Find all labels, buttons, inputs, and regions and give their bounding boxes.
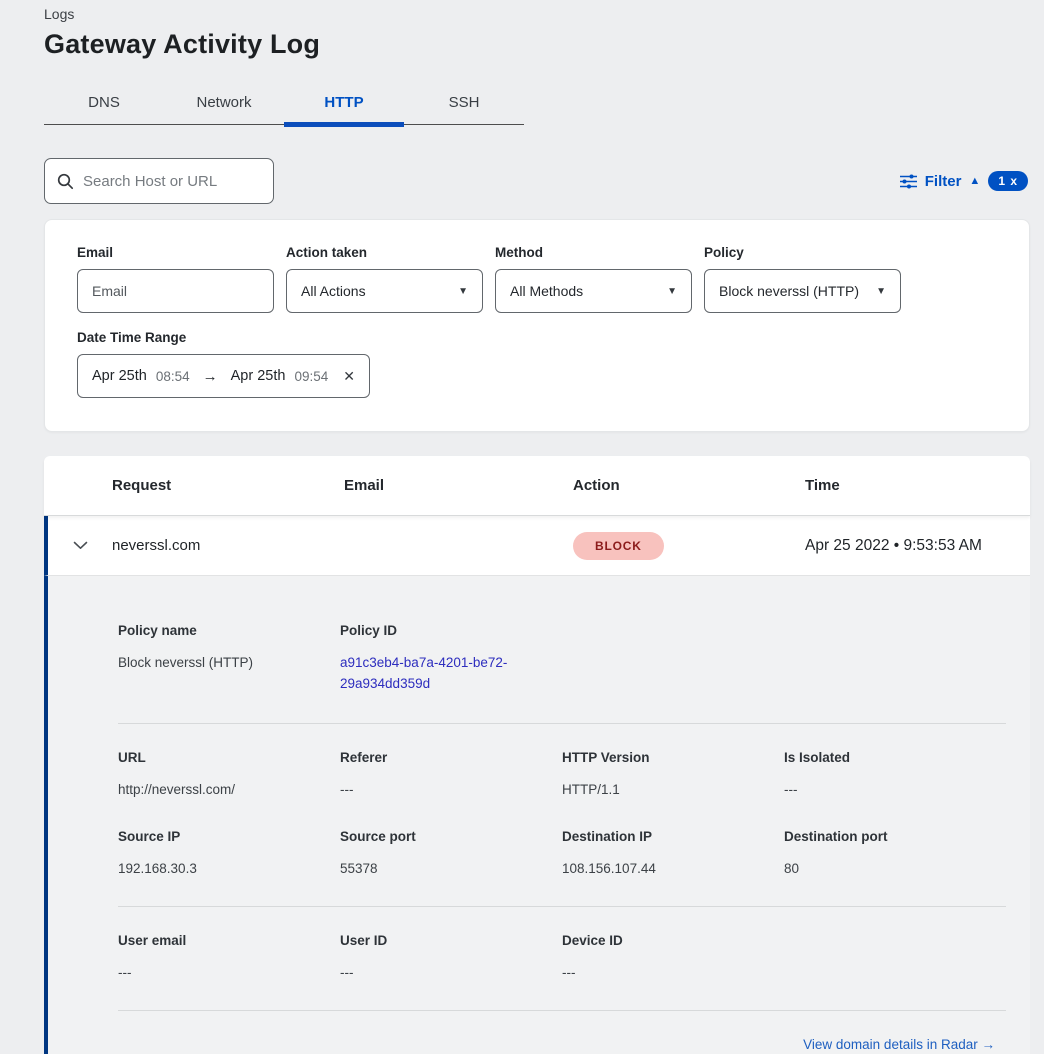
url-value: http://neverssl.com/ bbox=[118, 780, 340, 801]
method-selected-value: All Methods bbox=[510, 283, 583, 299]
is-isolated-label: Is Isolated bbox=[784, 750, 1006, 765]
action-taken-filter-label: Action taken bbox=[286, 245, 483, 260]
destination-ip-label: Destination IP bbox=[562, 829, 784, 844]
action-cell: BLOCK bbox=[573, 532, 805, 560]
user-email-value: --- bbox=[118, 963, 340, 984]
source-port-value: 55378 bbox=[340, 859, 562, 880]
policy-name-label: Policy name bbox=[118, 623, 340, 638]
tab-network[interactable]: Network bbox=[164, 84, 284, 124]
tab-dns[interactable]: DNS bbox=[44, 84, 164, 124]
user-id-value: --- bbox=[340, 963, 562, 984]
policy-selected-value: Block neverssl (HTTP) bbox=[719, 283, 859, 299]
chevron-down-icon: ▼ bbox=[667, 286, 677, 297]
range-start-time[interactable]: 08:54 bbox=[156, 369, 190, 384]
radar-link-row: View domain details in Radar → bbox=[118, 1037, 1006, 1052]
tab-ssh[interactable]: SSH bbox=[404, 84, 524, 124]
network-info-section: Source IP 192.168.30.3 Source port 55378… bbox=[118, 829, 1006, 880]
activity-log-table: Request Email Action Time neverssl.com B… bbox=[44, 456, 1030, 1054]
source-port-label: Source port bbox=[340, 829, 562, 844]
column-header-email: Email bbox=[344, 477, 573, 494]
table-header-row: Request Email Action Time bbox=[44, 456, 1030, 516]
filter-field-email: Email bbox=[77, 245, 274, 313]
action-taken-selected-value: All Actions bbox=[301, 283, 366, 299]
filter-count-badge[interactable]: 1 x bbox=[988, 171, 1028, 191]
http-version-value: HTTP/1.1 bbox=[562, 780, 784, 801]
device-id-label: Device ID bbox=[562, 933, 784, 948]
policy-name-value: Block neverssl (HTTP) bbox=[118, 653, 340, 674]
gateway-activity-log-page: Logs Gateway Activity Log DNS Network HT… bbox=[0, 0, 1044, 1054]
column-header-time: Time bbox=[805, 477, 1030, 494]
method-filter-label: Method bbox=[495, 245, 692, 260]
block-action-badge: BLOCK bbox=[573, 532, 664, 560]
policy-filter-label: Policy bbox=[704, 245, 901, 260]
range-end-time[interactable]: 09:54 bbox=[294, 369, 328, 384]
log-type-tabs: DNS Network HTTP SSH bbox=[44, 84, 524, 125]
user-info-section: User email --- User ID --- Device ID --- bbox=[118, 933, 1006, 984]
filter-field-action-taken: Action taken All Actions ▼ bbox=[286, 245, 483, 313]
section-divider bbox=[118, 906, 1006, 907]
date-time-range-label: Date Time Range bbox=[77, 330, 370, 345]
page-title: Gateway Activity Log bbox=[44, 29, 1030, 60]
method-select[interactable]: All Methods ▼ bbox=[495, 269, 692, 313]
filter-field-method: Method All Methods ▼ bbox=[495, 245, 692, 313]
section-divider bbox=[118, 1010, 1006, 1011]
expanded-row-details: Policy name Block neverssl (HTTP) Policy… bbox=[44, 576, 1030, 1054]
arrow-right-icon: → bbox=[199, 368, 222, 385]
range-end-date[interactable]: Apr 25th bbox=[231, 368, 286, 384]
action-taken-select[interactable]: All Actions ▼ bbox=[286, 269, 483, 313]
search-box[interactable] bbox=[44, 158, 274, 204]
policy-select[interactable]: Block neverssl (HTTP) ▼ bbox=[704, 269, 901, 313]
email-filter-label: Email bbox=[77, 245, 274, 260]
table-row[interactable]: neverssl.com BLOCK Apr 25 2022 • 9:53:53… bbox=[44, 516, 1030, 576]
tab-http[interactable]: HTTP bbox=[284, 84, 404, 124]
search-input[interactable] bbox=[83, 173, 261, 190]
url-label: URL bbox=[118, 750, 340, 765]
device-id-value: --- bbox=[562, 963, 784, 984]
user-id-label: User ID bbox=[340, 933, 562, 948]
section-divider bbox=[118, 723, 1006, 724]
destination-ip-value: 108.156.107.44 bbox=[562, 859, 784, 880]
request-cell: neverssl.com bbox=[112, 537, 344, 554]
chevron-down-icon: ▼ bbox=[458, 286, 468, 297]
request-info-section: URL http://neverssl.com/ Referer --- HTT… bbox=[118, 750, 1006, 801]
date-time-range-picker[interactable]: Apr 25th 08:54 → Apr 25th 09:54 ✕ bbox=[77, 354, 370, 398]
http-version-label: HTTP Version bbox=[562, 750, 784, 765]
source-ip-label: Source IP bbox=[118, 829, 340, 844]
user-email-label: User email bbox=[118, 933, 340, 948]
view-in-radar-link[interactable]: View domain details in Radar → bbox=[803, 1037, 995, 1052]
filter-button-label[interactable]: Filter bbox=[925, 173, 962, 190]
toolbar: Filter ▲ 1 x bbox=[44, 158, 1030, 204]
filter-toggle[interactable]: Filter ▲ 1 x bbox=[900, 171, 1028, 191]
filter-field-policy: Policy Block neverssl (HTTP) ▼ bbox=[704, 245, 901, 313]
policy-section: Policy name Block neverssl (HTTP) Policy… bbox=[118, 623, 1006, 695]
source-ip-value: 192.168.30.3 bbox=[118, 859, 340, 880]
destination-port-value: 80 bbox=[784, 859, 1006, 880]
column-header-action: Action bbox=[573, 477, 805, 494]
email-filter-input[interactable] bbox=[92, 283, 259, 299]
is-isolated-value: --- bbox=[784, 780, 1006, 801]
search-icon bbox=[57, 173, 74, 190]
filter-field-date-time-range: Date Time Range Apr 25th 08:54 → Apr 25t… bbox=[77, 330, 370, 398]
filter-panel: Email Action taken All Actions ▼ Method … bbox=[44, 219, 1030, 432]
policy-id-link[interactable]: a91c3eb4-ba7a-4201-be72-29a934dd359d bbox=[340, 653, 536, 695]
policy-id-label: Policy ID bbox=[340, 623, 1006, 638]
chevron-down-icon: ▼ bbox=[876, 286, 886, 297]
column-header-request: Request bbox=[112, 477, 344, 494]
breadcrumb[interactable]: Logs bbox=[44, 4, 1030, 22]
destination-port-label: Destination port bbox=[784, 829, 1006, 844]
range-start-date[interactable]: Apr 25th bbox=[92, 368, 147, 384]
referer-label: Referer bbox=[340, 750, 562, 765]
clear-date-range-icon[interactable]: ✕ bbox=[343, 368, 355, 385]
referer-value: --- bbox=[340, 780, 562, 801]
collapse-row-chevron-icon[interactable] bbox=[48, 541, 112, 550]
caret-up-icon: ▲ bbox=[969, 175, 980, 187]
time-cell: Apr 25 2022 • 9:53:53 AM bbox=[805, 537, 1030, 555]
filter-sliders-icon bbox=[900, 174, 917, 189]
